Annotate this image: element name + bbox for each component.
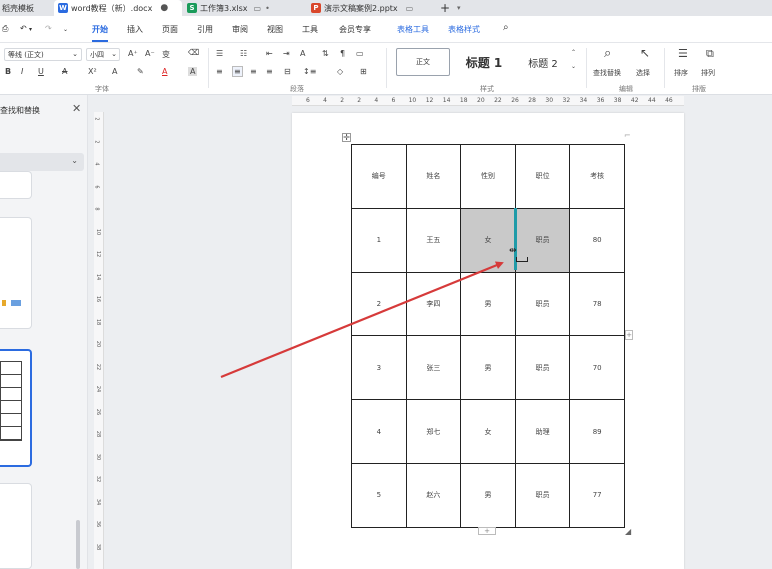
annotation-arrow — [220, 261, 504, 379]
arrow-line — [220, 261, 504, 379]
